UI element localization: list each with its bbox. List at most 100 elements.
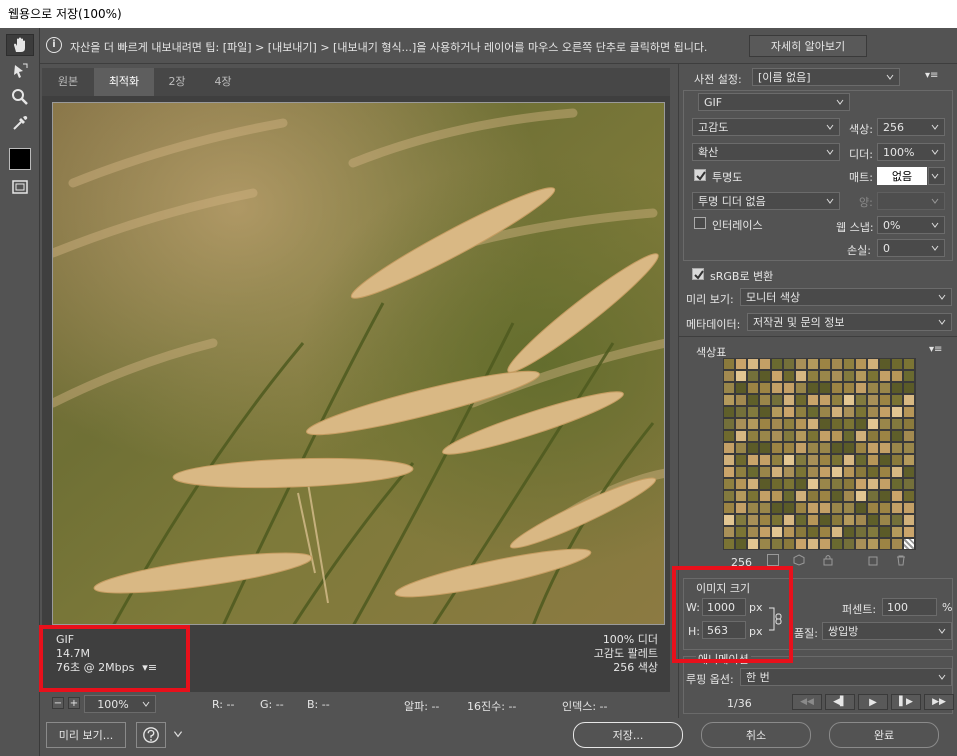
- color-swatch[interactable]: [856, 383, 866, 393]
- color-swatch[interactable]: [904, 419, 914, 429]
- color-swatch[interactable]: [724, 359, 734, 369]
- color-swatch[interactable]: [892, 491, 902, 501]
- color-swatch[interactable]: [724, 383, 734, 393]
- color-swatch[interactable]: [880, 515, 890, 525]
- color-swatch[interactable]: [868, 419, 878, 429]
- color-swatch[interactable]: [760, 479, 770, 489]
- color-swatch[interactable]: [724, 479, 734, 489]
- color-swatch[interactable]: [808, 371, 818, 381]
- color-swatch[interactable]: [832, 419, 842, 429]
- color-swatch[interactable]: [880, 503, 890, 513]
- color-swatch[interactable]: [808, 431, 818, 441]
- color-swatch[interactable]: [760, 455, 770, 465]
- color-swatch[interactable]: [832, 479, 842, 489]
- color-swatch[interactable]: [880, 527, 890, 537]
- color-swatch[interactable]: [748, 515, 758, 525]
- color-swatch[interactable]: [820, 527, 830, 537]
- color-swatch[interactable]: [796, 539, 806, 549]
- color-swatch[interactable]: [796, 479, 806, 489]
- color-swatch[interactable]: [772, 491, 782, 501]
- color-swatch[interactable]: [736, 383, 746, 393]
- color-swatch[interactable]: [772, 371, 782, 381]
- matte-select[interactable]: [928, 167, 945, 185]
- color-swatch[interactable]: [748, 371, 758, 381]
- color-swatch[interactable]: [904, 359, 914, 369]
- color-swatch[interactable]: [880, 455, 890, 465]
- color-swatch[interactable]: [760, 407, 770, 417]
- color-swatch[interactable]: [760, 431, 770, 441]
- eyedropper-tool-icon[interactable]: [6, 112, 34, 134]
- color-swatch[interactable]: [736, 539, 746, 549]
- matte-color-swatch[interactable]: 없음: [877, 167, 927, 185]
- color-swatch[interactable]: [856, 467, 866, 477]
- color-swatch[interactable]: [724, 407, 734, 417]
- color-swatch[interactable]: [736, 527, 746, 537]
- color-swatch[interactable]: [796, 467, 806, 477]
- color-swatch[interactable]: [748, 467, 758, 477]
- color-swatch[interactable]: [796, 407, 806, 417]
- color-swatch[interactable]: [832, 539, 842, 549]
- color-swatch[interactable]: [832, 407, 842, 417]
- color-swatch[interactable]: [868, 503, 878, 513]
- color-swatch[interactable]: [892, 383, 902, 393]
- color-swatch[interactable]: [772, 395, 782, 405]
- color-swatch[interactable]: [736, 443, 746, 453]
- color-swatch[interactable]: [772, 431, 782, 441]
- color-swatch[interactable]: [808, 407, 818, 417]
- color-swatch[interactable]: [796, 383, 806, 393]
- color-swatch[interactable]: [748, 359, 758, 369]
- color-swatch[interactable]: [844, 419, 854, 429]
- trash-icon[interactable]: [895, 554, 907, 566]
- eyedropper-color-swatch[interactable]: [9, 148, 31, 170]
- color-swatch[interactable]: [832, 359, 842, 369]
- color-reduction-select[interactable]: 고감도: [692, 118, 840, 136]
- color-swatch[interactable]: [772, 359, 782, 369]
- color-swatch[interactable]: [856, 455, 866, 465]
- color-swatch[interactable]: [808, 395, 818, 405]
- color-swatch[interactable]: [772, 443, 782, 453]
- preview-select[interactable]: 모니터 색상: [740, 288, 952, 306]
- amount-select[interactable]: [877, 192, 945, 210]
- color-swatch[interactable]: [844, 407, 854, 417]
- color-swatch[interactable]: [736, 395, 746, 405]
- color-swatch[interactable]: [880, 443, 890, 453]
- color-swatch[interactable]: [784, 419, 794, 429]
- learn-more-button[interactable]: 자세히 알아보기: [749, 35, 867, 57]
- color-swatch[interactable]: [868, 395, 878, 405]
- color-swatch[interactable]: [808, 527, 818, 537]
- color-swatch[interactable]: [880, 395, 890, 405]
- color-swatch[interactable]: [892, 431, 902, 441]
- color-swatch[interactable]: [760, 515, 770, 525]
- color-swatch[interactable]: [868, 527, 878, 537]
- color-swatch[interactable]: [868, 383, 878, 393]
- color-swatch[interactable]: [748, 443, 758, 453]
- transparency-checkbox[interactable]: [694, 169, 706, 181]
- color-swatch[interactable]: [832, 395, 842, 405]
- color-swatch[interactable]: [868, 491, 878, 501]
- color-swatch[interactable]: [832, 515, 842, 525]
- color-swatch[interactable]: [892, 539, 902, 549]
- web-shift-cube-icon[interactable]: [793, 554, 805, 566]
- preview-image[interactable]: [52, 102, 665, 625]
- color-swatch[interactable]: [904, 407, 914, 417]
- color-swatch[interactable]: [892, 467, 902, 477]
- format-select[interactable]: GIF: [698, 93, 850, 111]
- dither-amount-select[interactable]: 100%: [877, 143, 945, 161]
- color-swatch[interactable]: [748, 407, 758, 417]
- done-button[interactable]: 완료: [829, 722, 939, 748]
- loop-options-select[interactable]: 한 번: [740, 668, 952, 686]
- color-swatch[interactable]: [820, 503, 830, 513]
- color-swatch[interactable]: [844, 443, 854, 453]
- color-swatch[interactable]: [796, 515, 806, 525]
- color-swatch[interactable]: [832, 491, 842, 501]
- save-button[interactable]: 저장...: [573, 722, 683, 748]
- color-swatch[interactable]: [760, 443, 770, 453]
- color-swatch[interactable]: [868, 467, 878, 477]
- color-swatch[interactable]: [796, 503, 806, 513]
- color-swatch[interactable]: [760, 419, 770, 429]
- color-swatch[interactable]: [904, 431, 914, 441]
- zoom-out-button[interactable]: −: [52, 697, 64, 709]
- color-swatch[interactable]: [820, 359, 830, 369]
- color-swatch[interactable]: [808, 419, 818, 429]
- color-swatch[interactable]: [844, 539, 854, 549]
